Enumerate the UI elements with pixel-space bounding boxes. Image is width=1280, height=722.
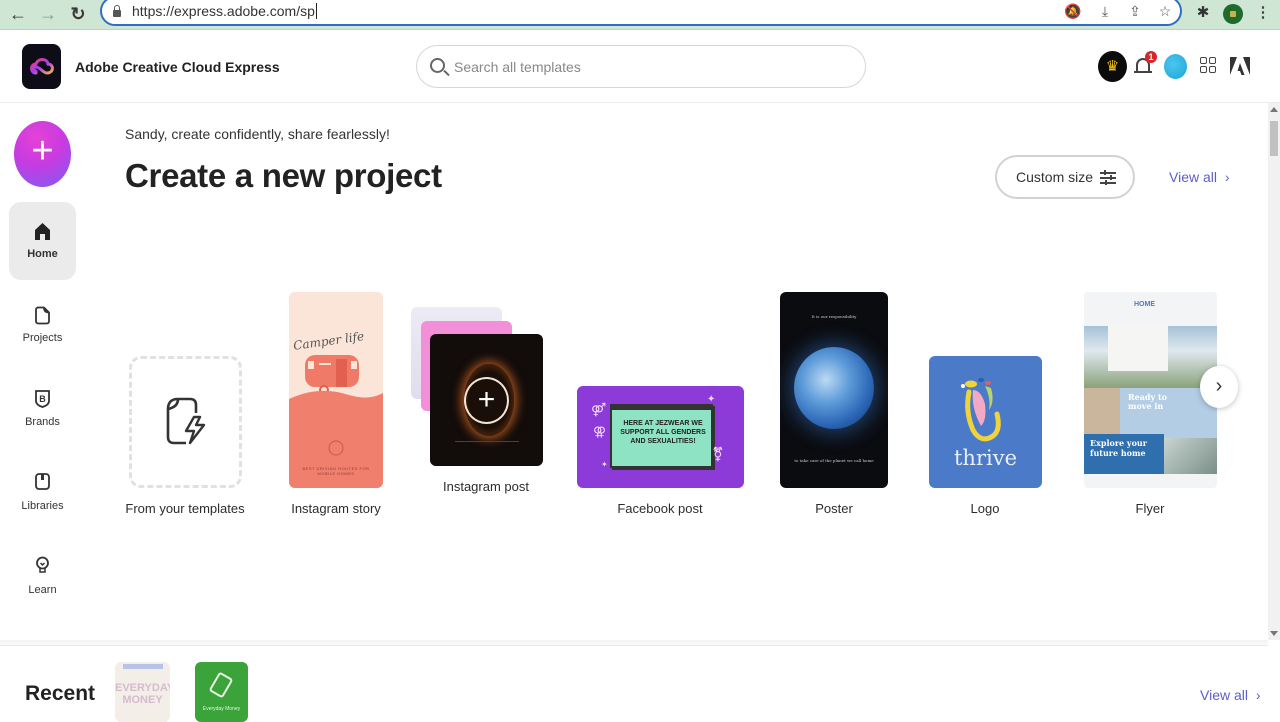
- back-button[interactable]: ←: [6, 2, 30, 26]
- view-all-label: View all: [1169, 169, 1217, 185]
- recent-item[interactable]: Everyday Money: [195, 662, 248, 722]
- thumb-text: Ready to move in: [1128, 392, 1167, 411]
- custom-size-button[interactable]: Custom size: [995, 155, 1135, 199]
- sidebar-item-home[interactable]: Home: [9, 202, 76, 280]
- plus-icon: +: [464, 377, 509, 424]
- bookmark-star-icon[interactable]: ☆: [1156, 2, 1174, 20]
- sidebar-item-projects[interactable]: Projects: [9, 288, 76, 366]
- sidebar-item-learn[interactable]: Learn: [9, 540, 76, 618]
- chevron-right-icon: ›: [1255, 687, 1261, 703]
- card-label: From your templates: [125, 501, 245, 516]
- scroll-down-arrow[interactable]: [1270, 631, 1278, 636]
- view-all-templates-link[interactable]: View all ›: [1169, 169, 1230, 185]
- thumb-text: HERE AT JEZWEAR WE SUPPORT ALL GENDERS A…: [620, 420, 706, 445]
- chevron-right-icon: ›: [1215, 375, 1223, 397]
- thumb-text: thrive: [953, 446, 1017, 470]
- from-your-templates-card[interactable]: [129, 356, 242, 488]
- earth-image: [794, 347, 874, 429]
- template-bolt-icon: [166, 397, 206, 445]
- notification-badge: 1: [1145, 51, 1157, 63]
- brand-shield-icon: B: [34, 389, 51, 408]
- document-icon: [34, 306, 51, 325]
- card-label: Logo: [970, 501, 1000, 516]
- money-icon: [208, 671, 234, 699]
- card-label: Instagram story: [291, 501, 381, 516]
- thumb-brand: HOME: [1134, 301, 1155, 308]
- page-title: Create a new project: [125, 157, 442, 194]
- sidebar-label: Learn: [28, 584, 57, 596]
- flyer-card[interactable]: HOME Ready to move in Explore your futur…: [1084, 292, 1217, 488]
- view-all-label: View all: [1200, 687, 1248, 703]
- gender-symbol-icon: ⚢: [593, 424, 607, 439]
- sliders-icon: [1100, 170, 1116, 186]
- thrive-logo-mark: [961, 378, 1001, 442]
- card-label: Poster: [815, 501, 853, 516]
- notifications-blocked-icon[interactable]: 🔕: [1064, 2, 1082, 20]
- search-icon: [430, 58, 445, 73]
- card-label: Flyer: [1135, 501, 1165, 516]
- instagram-post-card[interactable]: +: [430, 334, 543, 466]
- greeting-text: Sandy, create confidently, share fearles…: [125, 126, 390, 142]
- gender-symbol-icon: ⚧: [712, 446, 724, 462]
- page-scrollbar[interactable]: [1268, 103, 1280, 640]
- app-header: Adobe Creative Cloud Express ♛ 1: [0, 31, 1280, 103]
- gender-symbol-icon: ⚤: [591, 402, 607, 417]
- custom-size-label: Custom size: [1016, 169, 1094, 185]
- card-label: Facebook post: [617, 501, 703, 516]
- thumb-text: It is our responsibility: [811, 314, 857, 319]
- address-bar[interactable]: https://express.adobe.com/sp 🔕 ⤓ ⇪ ☆: [100, 0, 1182, 26]
- logo-card[interactable]: thrive: [929, 356, 1042, 488]
- app-title: Adobe Creative Cloud Express: [75, 59, 280, 75]
- browser-menu-icon[interactable]: ⋮: [1253, 3, 1273, 23]
- home-icon: [34, 222, 51, 241]
- notifications-button[interactable]: 1: [1134, 51, 1157, 77]
- browser-toolbar: ← → ↻ https://express.adobe.com/sp 🔕 ⤓ ⇪…: [0, 0, 1280, 30]
- reload-button[interactable]: ↻: [66, 2, 90, 26]
- carousel-next-button[interactable]: ›: [1200, 366, 1238, 408]
- extensions-puzzle-icon[interactable]: ✱: [1193, 3, 1213, 23]
- instagram-story-card[interactable]: Camper life BEST DRIVING ROUTES FOR MOBI…: [289, 292, 383, 488]
- search-input[interactable]: [454, 55, 844, 79]
- sidebar-label: Home: [27, 248, 58, 260]
- recent-item[interactable]: EVERYDAY MONEY: [115, 662, 170, 722]
- sidebar-item-brands[interactable]: B Brands: [9, 372, 76, 450]
- sparkle-icon: ✦: [601, 460, 608, 469]
- library-icon: [34, 472, 51, 491]
- sparkle-icon: ✦: [707, 394, 716, 405]
- share-icon[interactable]: ⇪: [1126, 2, 1144, 20]
- install-app-icon[interactable]: ⤓: [1096, 2, 1114, 20]
- svg-text:B: B: [39, 394, 46, 404]
- creative-cloud-express-logo[interactable]: [22, 44, 61, 89]
- sidebar-label: Brands: [25, 416, 60, 428]
- facebook-post-card[interactable]: HERE AT JEZWEAR WE SUPPORT ALL GENDERS A…: [577, 386, 744, 488]
- card-label: Instagram post: [443, 479, 529, 494]
- thumb-subtext: BEST DRIVING ROUTES FOR MOBILE HOMES: [302, 466, 370, 476]
- sidebar-label: Projects: [22, 332, 63, 344]
- premium-crown-icon[interactable]: ♛: [1098, 51, 1127, 82]
- thumb-text: EVERYDAY MONEY: [115, 682, 170, 706]
- section-divider: [0, 640, 1268, 646]
- scrollbar-thumb[interactable]: [1270, 121, 1278, 156]
- adobe-logo-icon[interactable]: [1229, 55, 1251, 77]
- thumb-subtext: Explore your future home: [1090, 438, 1147, 458]
- recent-title: Recent: [25, 682, 96, 705]
- user-avatar[interactable]: [1164, 54, 1187, 79]
- thumb-subtext: to take care of the planet we call home: [794, 458, 874, 463]
- poster-card[interactable]: It is our responsibility to take care of…: [780, 292, 888, 488]
- view-all-recent-link[interactable]: View all ›: [1200, 687, 1261, 703]
- create-new-button[interactable]: +: [14, 121, 71, 187]
- chevron-right-icon: ›: [1224, 169, 1230, 185]
- sidebar-label: Libraries: [21, 500, 64, 512]
- scroll-up-arrow[interactable]: [1270, 107, 1278, 112]
- browser-profile-avatar[interactable]: [1223, 4, 1243, 24]
- lightbulb-icon: [34, 556, 51, 575]
- sidebar-item-libraries[interactable]: Libraries: [9, 456, 76, 534]
- forward-button[interactable]: →: [36, 2, 60, 26]
- lock-icon: [112, 5, 122, 17]
- apps-grid-icon[interactable]: [1200, 57, 1217, 74]
- template-search[interactable]: [416, 45, 866, 88]
- url-text[interactable]: https://express.adobe.com/sp: [132, 3, 317, 19]
- thumb-text: Everyday Money: [202, 706, 241, 712]
